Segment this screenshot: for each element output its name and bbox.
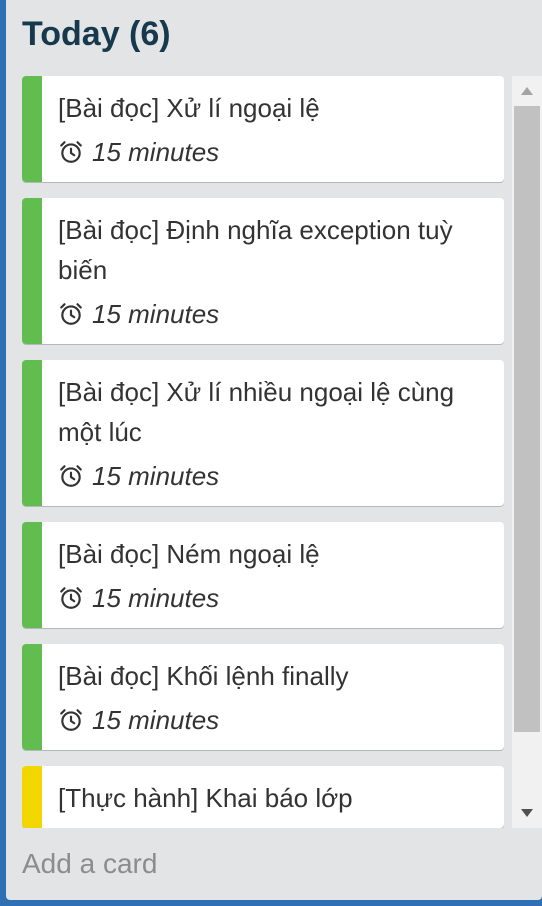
card-title: [Bài đọc] Xử lí ngoại lệ	[58, 93, 320, 123]
card-due: 15 minutes	[58, 456, 488, 496]
scroll-down-arrow-icon[interactable]	[512, 798, 542, 828]
card-duration: 15 minutes	[92, 298, 220, 329]
card-list: [Bài đọc] Xử lí ngoại lệ 15 minutes [Bài…	[22, 76, 504, 828]
card[interactable]: [Bài đọc] Khối lệnh finally 15 minutes	[22, 644, 504, 750]
label-stripe-green	[22, 644, 42, 750]
alarm-clock-icon	[60, 709, 82, 731]
label-stripe-green	[22, 360, 42, 506]
label-stripe-green	[22, 76, 42, 182]
card[interactable]: [Thực hành] Khai báo lớp	[22, 766, 504, 828]
card-due: 15 minutes	[58, 294, 488, 334]
card-title: [Thực hành] Khai báo lớp	[58, 783, 353, 813]
scroll-up-arrow-icon[interactable]	[512, 76, 542, 106]
card-due: 15 minutes	[58, 132, 488, 172]
alarm-clock-icon	[60, 303, 82, 325]
scrollbar[interactable]	[512, 76, 542, 828]
card-title: [Bài đọc] Định nghĩa exception tuỳ biến	[58, 215, 453, 285]
card-duration: 15 minutes	[92, 460, 220, 491]
label-stripe-yellow	[22, 766, 42, 828]
alarm-clock-icon	[60, 465, 82, 487]
card-duration: 15 minutes	[92, 136, 220, 167]
card-title: [Bài đọc] Ném ngoại lệ	[58, 539, 320, 569]
card[interactable]: [Bài đọc] Xử lí nhiều ngoại lệ cùng một …	[22, 360, 504, 506]
scrollbar-thumb[interactable]	[514, 106, 540, 732]
card[interactable]: [Bài đọc] Xử lí ngoại lệ 15 minutes	[22, 76, 504, 182]
card-title: [Bài đọc] Khối lệnh finally	[58, 661, 349, 691]
add-card-button[interactable]: Add a card	[22, 844, 157, 884]
card-due: 15 minutes	[58, 700, 488, 740]
label-stripe-green	[22, 522, 42, 628]
card-duration: 15 minutes	[92, 704, 220, 735]
card-duration: 15 minutes	[92, 582, 220, 613]
list-title[interactable]: Today (6)	[22, 14, 171, 54]
card-due: 15 minutes	[58, 578, 488, 618]
alarm-clock-icon	[60, 587, 82, 609]
alarm-clock-icon	[60, 141, 82, 163]
label-stripe-green	[22, 198, 42, 344]
card-title: [Bài đọc] Xử lí nhiều ngoại lệ cùng một …	[58, 377, 455, 447]
cards-scroll-area: [Bài đọc] Xử lí ngoại lệ 15 minutes [Bài…	[6, 68, 542, 828]
card[interactable]: [Bài đọc] Ném ngoại lệ 15 minutes	[22, 522, 504, 628]
list-today: Today (6) [Bài đọc] Xử lí ngoại lệ 15 mi…	[6, 0, 542, 900]
card[interactable]: [Bài đọc] Định nghĩa exception tuỳ biến …	[22, 198, 504, 344]
